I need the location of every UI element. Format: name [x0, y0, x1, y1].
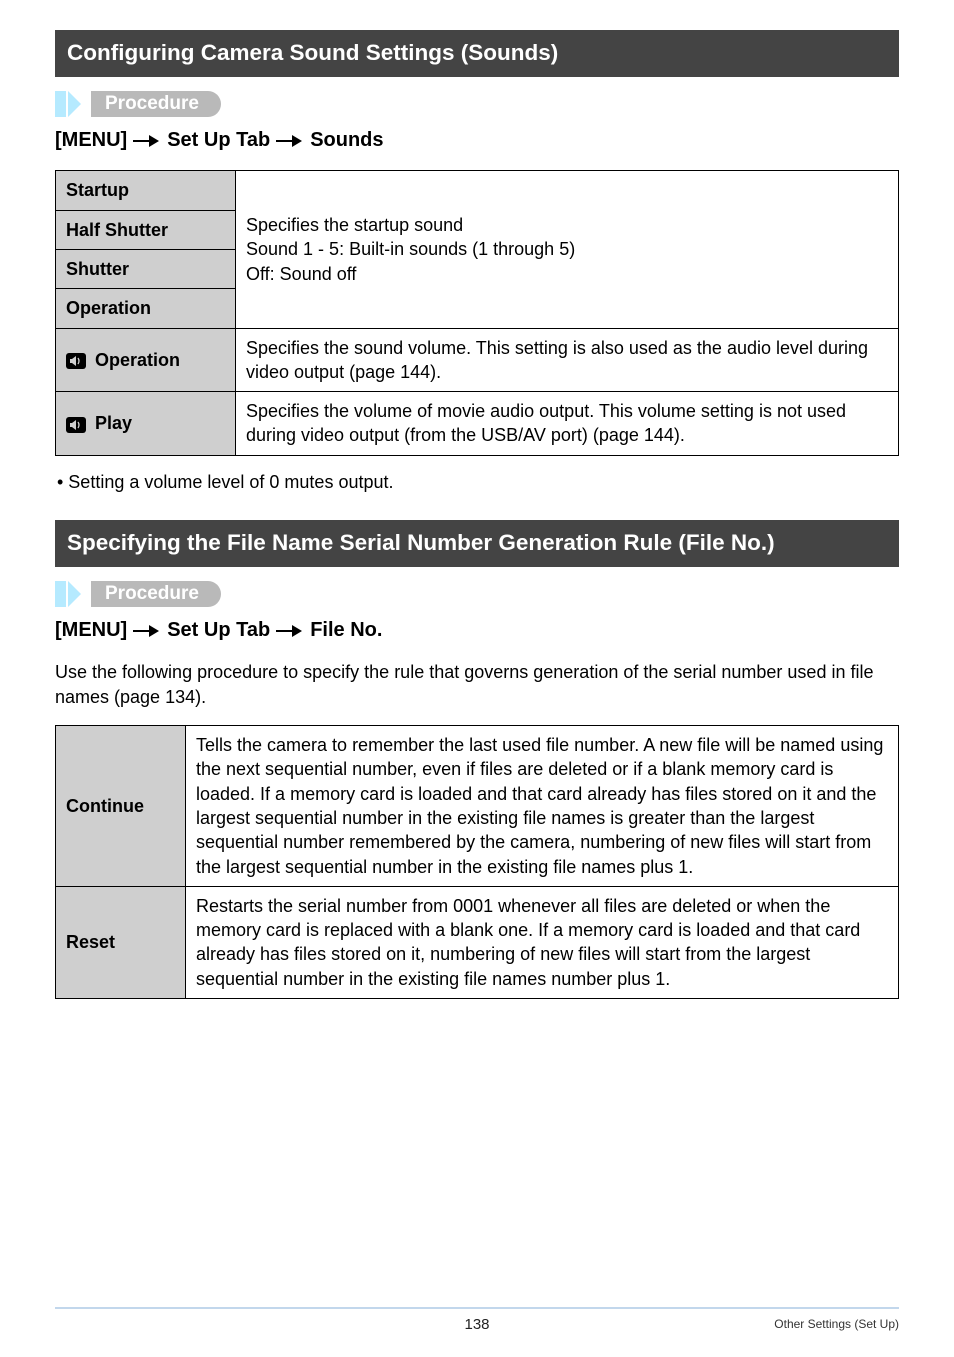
menu-path-part: Set Up Tab — [167, 617, 270, 644]
section-heading-sounds: Configuring Camera Sound Settings (Sound… — [55, 30, 899, 77]
arrow-icon — [276, 625, 304, 637]
table-row: Operation Specifies the sound volume. Th… — [56, 328, 899, 392]
table-row: Reset Restarts the serial number from 00… — [56, 886, 899, 998]
menu-path-part: Set Up Tab — [167, 127, 270, 154]
menu-path-sounds: [MENU] Set Up Tab Sounds — [55, 127, 899, 154]
procedure-bullet — [55, 91, 66, 117]
cell-vol-operation-desc: Specifies the sound volume. This setting… — [236, 328, 899, 392]
menu-path-part: [MENU] — [55, 127, 127, 154]
volume-icon — [66, 417, 86, 433]
fileno-table: Continue Tells the camera to remember th… — [55, 725, 899, 999]
cell-reset-desc: Restarts the serial number from 0001 whe… — [186, 886, 899, 998]
fileno-intro: Use the following procedure to specify t… — [55, 660, 899, 709]
note-mute: • Setting a volume level of 0 mutes outp… — [57, 470, 899, 494]
arrow-icon — [276, 135, 304, 147]
menu-path-part: Sounds — [310, 127, 383, 154]
procedure-label-row: Procedure — [55, 581, 899, 607]
page-footer: 138 Other Settings (Set Up) — [55, 1307, 899, 1335]
row-label-half-shutter: Half Shutter — [56, 210, 236, 249]
row-label-continue: Continue — [56, 726, 186, 887]
menu-path-fileno: [MENU] Set Up Tab File No. — [55, 617, 899, 644]
arrow-icon — [133, 625, 161, 637]
table-row: Play Specifies the volume of movie audio… — [56, 392, 899, 456]
footer-section-name: Other Settings (Set Up) — [774, 1316, 899, 1332]
menu-path-part: File No. — [310, 617, 382, 644]
row-label-operation: Operation — [56, 289, 236, 328]
procedure-bullet — [55, 581, 66, 607]
row-label-text: Operation — [95, 350, 180, 370]
cell-sound-desc: Specifies the startup sound Sound 1 - 5:… — [236, 171, 899, 328]
sounds-table: Startup Specifies the startup sound Soun… — [55, 170, 899, 455]
procedure-label-row: Procedure — [55, 91, 899, 117]
page-number: 138 — [55, 1315, 899, 1335]
row-label-vol-operation: Operation — [56, 328, 236, 392]
procedure-label: Procedure — [91, 91, 221, 117]
cell-continue-desc: Tells the camera to remember the last us… — [186, 726, 899, 887]
volume-icon — [66, 353, 86, 369]
row-label-startup: Startup — [56, 171, 236, 210]
row-label-vol-play: Play — [56, 392, 236, 456]
section-heading-fileno: Specifying the File Name Serial Number G… — [55, 520, 899, 567]
procedure-bullet-arrow — [68, 581, 81, 607]
arrow-icon — [133, 135, 161, 147]
row-label-text: Play — [95, 413, 132, 433]
procedure-label: Procedure — [91, 581, 221, 607]
cell-vol-play-desc: Specifies the volume of movie audio outp… — [236, 392, 899, 456]
table-row: Continue Tells the camera to remember th… — [56, 726, 899, 887]
row-label-reset: Reset — [56, 886, 186, 998]
table-row: Startup Specifies the startup sound Soun… — [56, 171, 899, 210]
menu-path-part: [MENU] — [55, 617, 127, 644]
row-label-shutter: Shutter — [56, 249, 236, 288]
procedure-bullet-arrow — [68, 91, 81, 117]
